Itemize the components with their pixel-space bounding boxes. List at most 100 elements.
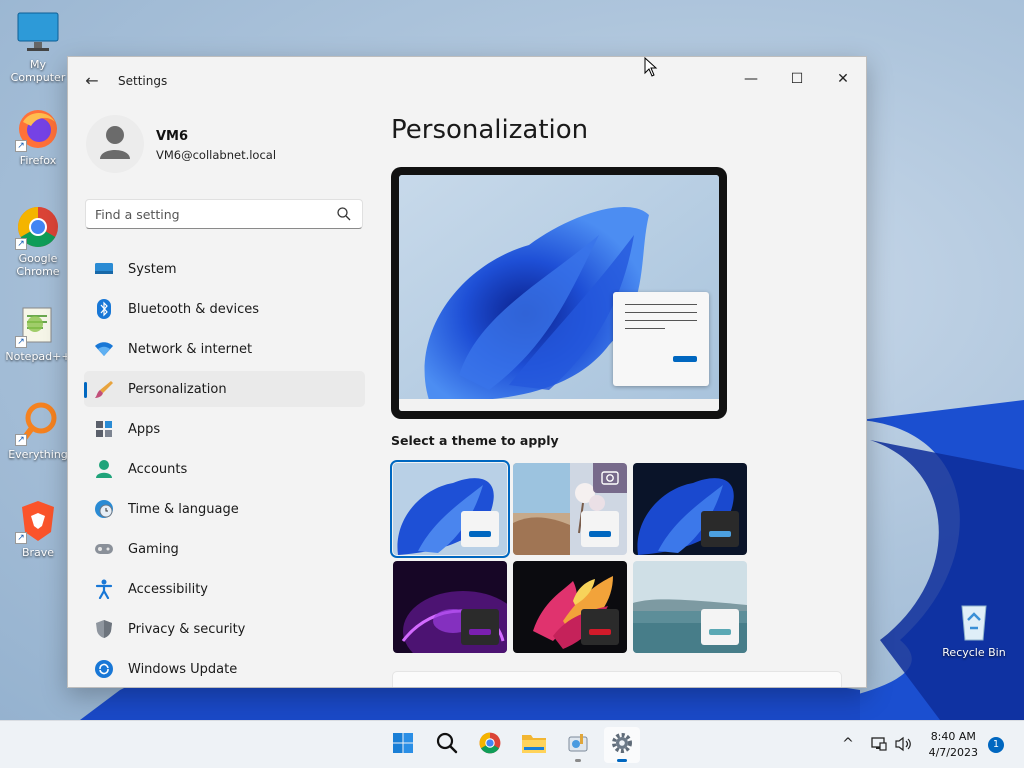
theme-windows-light[interactable] bbox=[390, 460, 510, 558]
sidebar-item-network[interactable]: Network & internet bbox=[84, 331, 365, 367]
shortcut-arrow-icon: ↗ bbox=[15, 434, 27, 446]
maximize-button[interactable]: ☐ bbox=[774, 63, 820, 95]
preview-wallpaper bbox=[399, 175, 719, 411]
taskbar-file-explorer-button[interactable] bbox=[516, 727, 552, 763]
profile-email: VM6@collabnet.local bbox=[156, 148, 277, 162]
desktop-icon-firefox[interactable]: ↗ Firefox bbox=[2, 106, 74, 167]
sidebar-item-label: Windows Update bbox=[128, 661, 238, 677]
sidebar-item-label: Privacy & security bbox=[128, 621, 246, 637]
app-title: Settings bbox=[118, 74, 168, 88]
gamepad-icon bbox=[94, 539, 114, 559]
notepadpp-icon: ↗ bbox=[15, 302, 61, 348]
theme-captured-motion[interactable] bbox=[513, 561, 627, 653]
desktop-icon-label: My Computer bbox=[10, 58, 66, 84]
sidebar-item-label: Bluetooth & devices bbox=[128, 301, 259, 317]
everything-search-icon: ↗ bbox=[15, 400, 61, 446]
theme-preview bbox=[391, 167, 727, 419]
taskbar-search-button[interactable] bbox=[429, 727, 465, 763]
taskbar-chrome-button[interactable] bbox=[472, 727, 508, 763]
sidebar-item-system[interactable]: System bbox=[84, 251, 365, 287]
shortcut-arrow-icon: ↗ bbox=[15, 140, 27, 152]
desktop-icon-everything[interactable]: ↗ Everything bbox=[2, 400, 74, 461]
clock-time: 8:40 AM bbox=[930, 730, 976, 743]
back-button[interactable]: ← bbox=[80, 69, 104, 93]
brush-icon bbox=[94, 379, 114, 399]
desktop-icon-recycle-bin[interactable]: Recycle Bin bbox=[938, 598, 1010, 659]
start-icon bbox=[392, 732, 414, 758]
show-hidden-icons-button[interactable]: ^ bbox=[837, 733, 859, 755]
firefox-icon: ↗ bbox=[15, 106, 61, 152]
profile-name: VM6 bbox=[156, 129, 189, 144]
chrome-icon: ↗ bbox=[15, 204, 61, 250]
shield-icon bbox=[94, 619, 114, 639]
accessibility-icon bbox=[94, 579, 114, 599]
settings-card[interactable] bbox=[392, 671, 842, 687]
sidebar-nav: System Bluetooth & devices Network & int… bbox=[84, 251, 365, 687]
desktop-icon-brave[interactable]: ↗ Brave bbox=[2, 498, 74, 559]
settings-search[interactable] bbox=[85, 199, 363, 229]
theme-section-heading: Select a theme to apply bbox=[391, 433, 559, 448]
desktop-icon-label: Google Chrome bbox=[16, 252, 60, 278]
monitor-icon bbox=[15, 10, 61, 56]
desktop-icon-label: Brave bbox=[21, 546, 55, 559]
start-button[interactable] bbox=[385, 727, 421, 763]
taskbar-settings-button[interactable] bbox=[604, 727, 640, 763]
volume-icon[interactable] bbox=[893, 733, 915, 755]
sidebar-item-label: Accounts bbox=[128, 461, 188, 477]
search-input[interactable] bbox=[95, 200, 335, 228]
wifi-icon bbox=[94, 339, 114, 359]
avatar[interactable] bbox=[86, 115, 144, 173]
sidebar-item-privacy-security[interactable]: Privacy & security bbox=[84, 611, 365, 647]
notification-badge[interactable]: 1 bbox=[988, 737, 1004, 753]
mouse-cursor-icon bbox=[644, 57, 658, 77]
settings-window: ← Settings — ☐ ✕ VM6 VM6@collabnet.local… bbox=[67, 56, 867, 688]
taskbar: ^ 8:40 AM 4/7/2023 1 bbox=[0, 720, 1024, 768]
sidebar-item-time-language[interactable]: Time & language bbox=[84, 491, 365, 527]
recycle-bin-icon bbox=[951, 598, 997, 644]
desktop-icon-notepadpp[interactable]: ↗ Notepad++ bbox=[2, 302, 74, 363]
theme-flow[interactable] bbox=[633, 561, 747, 653]
accounts-icon bbox=[94, 459, 114, 479]
sidebar-item-label: Network & internet bbox=[128, 341, 253, 357]
system-clock[interactable]: 8:40 AM 4/7/2023 bbox=[929, 729, 978, 761]
theme-windows-spotlight[interactable] bbox=[513, 463, 627, 555]
desktop-icon-label: Recycle Bin bbox=[942, 646, 1006, 659]
sidebar-item-label: Time & language bbox=[128, 501, 239, 517]
sidebar-item-apps[interactable]: Apps bbox=[84, 411, 365, 447]
sidebar-item-gaming[interactable]: Gaming bbox=[84, 531, 365, 567]
sidebar-item-accessibility[interactable]: Accessibility bbox=[84, 571, 365, 607]
minimize-button[interactable]: — bbox=[728, 63, 774, 95]
search-icon[interactable] bbox=[336, 206, 352, 222]
sidebar-item-label: Apps bbox=[128, 421, 161, 437]
desktop-icon-my-computer[interactable]: My Computer bbox=[2, 10, 74, 84]
shortcut-arrow-icon: ↗ bbox=[15, 238, 27, 250]
desktop-icon-label: Everything bbox=[8, 448, 68, 461]
sidebar-item-personalization[interactable]: Personalization bbox=[84, 371, 365, 407]
sidebar-item-label: Gaming bbox=[128, 541, 179, 557]
desktop-icon-label: Notepad++ bbox=[5, 350, 71, 363]
sidebar-item-accounts[interactable]: Accounts bbox=[84, 451, 365, 487]
time-language-icon bbox=[94, 499, 114, 519]
theme-glow[interactable] bbox=[393, 561, 507, 653]
network-icon[interactable] bbox=[868, 733, 890, 755]
title-bar[interactable]: ← Settings — ☐ ✕ bbox=[68, 57, 866, 105]
page-title: Personalization bbox=[391, 115, 589, 145]
sidebar-item-label: Personalization bbox=[128, 381, 227, 397]
preview-window-sample bbox=[613, 292, 709, 386]
desktop-icon-label: Firefox bbox=[19, 154, 57, 167]
brave-icon: ↗ bbox=[15, 498, 61, 544]
file-explorer-icon bbox=[521, 732, 547, 758]
chrome-icon bbox=[478, 731, 502, 759]
theme-windows-dark[interactable] bbox=[633, 463, 747, 555]
shortcut-arrow-icon: ↗ bbox=[15, 532, 27, 544]
close-button[interactable]: ✕ bbox=[820, 63, 866, 95]
desktop-icon-chrome[interactable]: ↗ Google Chrome bbox=[2, 204, 74, 278]
update-icon bbox=[94, 659, 114, 679]
clock-date: 4/7/2023 bbox=[928, 746, 978, 759]
sidebar-item-bluetooth[interactable]: Bluetooth & devices bbox=[84, 291, 365, 327]
camera-icon bbox=[593, 463, 627, 493]
settings-icon bbox=[610, 731, 634, 759]
sidebar-item-windows-update[interactable]: Windows Update bbox=[84, 651, 365, 687]
preview-taskbar bbox=[399, 399, 719, 411]
taskbar-control-panel-button[interactable] bbox=[560, 727, 596, 763]
